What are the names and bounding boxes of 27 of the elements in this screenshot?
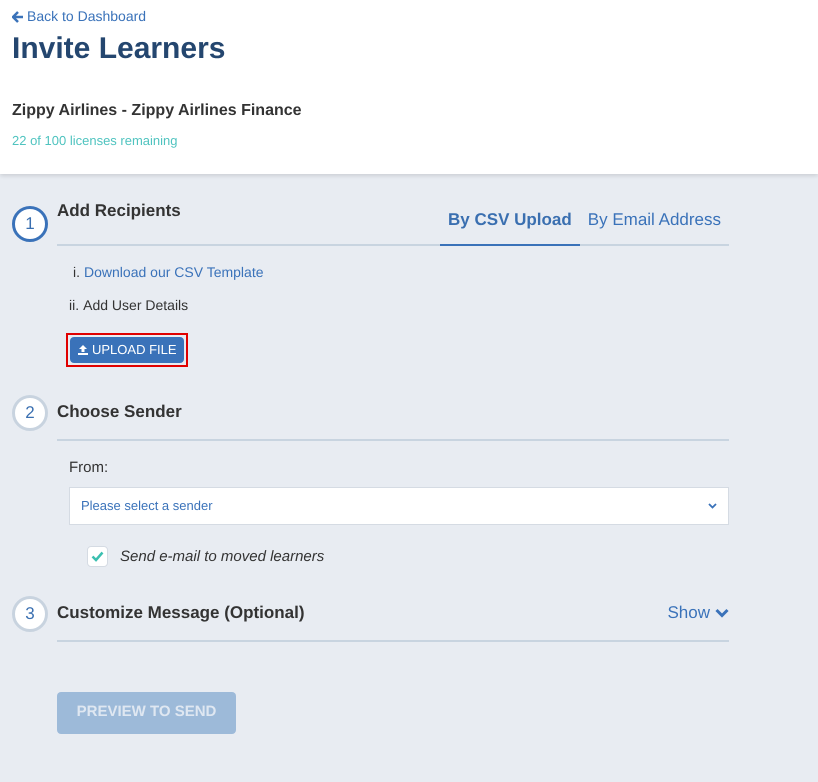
page-title: Invite Learners xyxy=(12,31,226,67)
list-marker: i. xyxy=(73,263,80,282)
upload-icon xyxy=(77,344,89,356)
checkbox[interactable] xyxy=(87,546,108,568)
back-link[interactable]: Back to Dashboard xyxy=(12,6,146,27)
checkbox-label: Send e-mail to moved learners xyxy=(120,546,324,566)
step-number: 1 xyxy=(12,206,48,242)
from-label: From: xyxy=(69,458,110,478)
step-title: Customize Message (Optional) xyxy=(57,602,306,624)
check-icon xyxy=(91,551,104,562)
show-toggle[interactable]: Show xyxy=(667,600,729,626)
arrow-left-icon xyxy=(12,10,24,22)
tab[interactable]: By CSV Upload xyxy=(440,206,580,246)
template-link[interactable]: Download our CSV Template xyxy=(84,262,264,283)
chevron-down-icon xyxy=(715,608,729,618)
step-number: 2 xyxy=(12,395,48,431)
instruction-text: Add User Details xyxy=(83,296,188,315)
list-marker: ii. xyxy=(69,296,80,315)
licenses-remaining: 22 of 100 licenses remaining xyxy=(12,132,178,150)
sender-select[interactable]: Please select a sender xyxy=(69,486,729,524)
step-title: Choose Sender xyxy=(57,402,182,421)
chevron-down-icon xyxy=(708,502,717,508)
organization-name: Zippy Airlines - Zippy Airlines Finance xyxy=(12,101,303,121)
step-number: 3 xyxy=(12,596,48,632)
upload-button[interactable]: UPLOAD FILE xyxy=(70,337,184,363)
tab[interactable]: By Email Address xyxy=(580,206,729,246)
step-title: Add Recipients xyxy=(57,200,182,222)
